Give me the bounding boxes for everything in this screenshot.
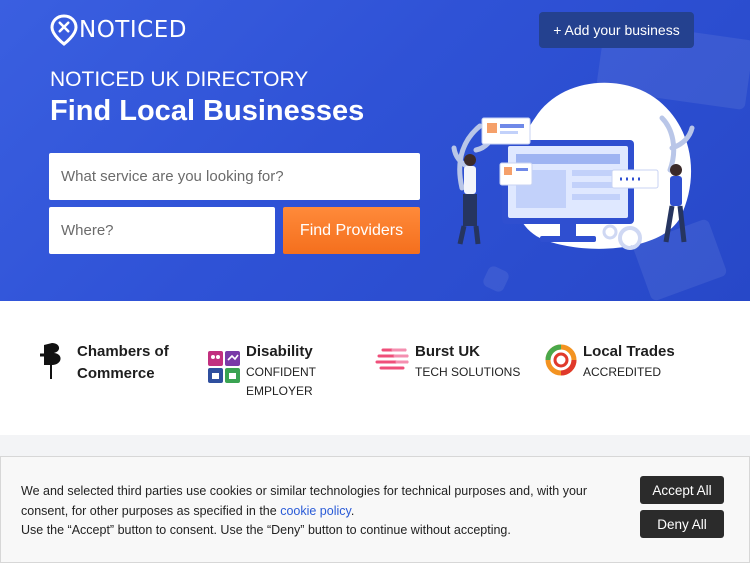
location-input[interactable]: [49, 207, 275, 254]
local-trades-title: Local Trades: [583, 343, 675, 360]
hero-eyebrow: NOTICED UK DIRECTORY: [50, 68, 309, 91]
burst-sub: TECH SOLUTIONS: [415, 365, 521, 379]
deny-all-button[interactable]: Deny All: [640, 510, 724, 538]
trust-badge-local-trades: Local Trades ACCREDITED: [543, 341, 675, 382]
local-trades-sub: ACCREDITED: [583, 365, 662, 379]
find-providers-button[interactable]: Find Providers: [283, 207, 420, 254]
cookie-banner: We and selected third parties use cookie…: [0, 456, 750, 563]
add-business-button[interactable]: + Add your business: [539, 12, 694, 48]
cookie-policy-link[interactable]: cookie policy: [280, 504, 351, 518]
cookie-text-line3: Use the “Accept” button to consent. Use …: [21, 523, 511, 537]
website-illustration: [451, 82, 695, 250]
disability-sub-line2: EMPLOYER: [246, 384, 313, 398]
cookie-text: We and selected third parties use cookie…: [21, 482, 601, 541]
local-trades-icon: [545, 344, 577, 376]
hero-section: NOTICED + Add your business NOTICED UK D…: [0, 0, 750, 301]
cookie-text-part2: .: [350, 503, 355, 518]
chambers-title-line1: Chambers of: [77, 343, 169, 360]
logo-text: NOTICED: [79, 17, 187, 43]
disability-confident-icon: [208, 351, 240, 383]
trust-badge-chambers: Chambers of Commerce: [38, 341, 169, 385]
chambers-title-line2: Commerce: [77, 365, 155, 382]
trust-badge-burst: Burst UK TECH SOLUTIONS: [375, 341, 520, 382]
trust-badge-disability: Disability CONFIDENT EMPLOYER: [207, 341, 316, 401]
noticed-logo[interactable]: NOTICED: [50, 14, 187, 46]
disability-sub-line1: CONFIDENT: [246, 365, 316, 379]
hero-title: Find Local Businesses: [50, 95, 365, 127]
chambers-of-commerce-icon: [40, 343, 61, 379]
accept-all-button[interactable]: Accept All: [640, 476, 724, 504]
location-pin-icon: [50, 14, 78, 46]
service-search-input[interactable]: [49, 153, 420, 200]
burst-title: Burst UK: [415, 343, 481, 360]
burst-uk-icon: [375, 348, 409, 370]
disability-title: Disability: [246, 343, 313, 360]
